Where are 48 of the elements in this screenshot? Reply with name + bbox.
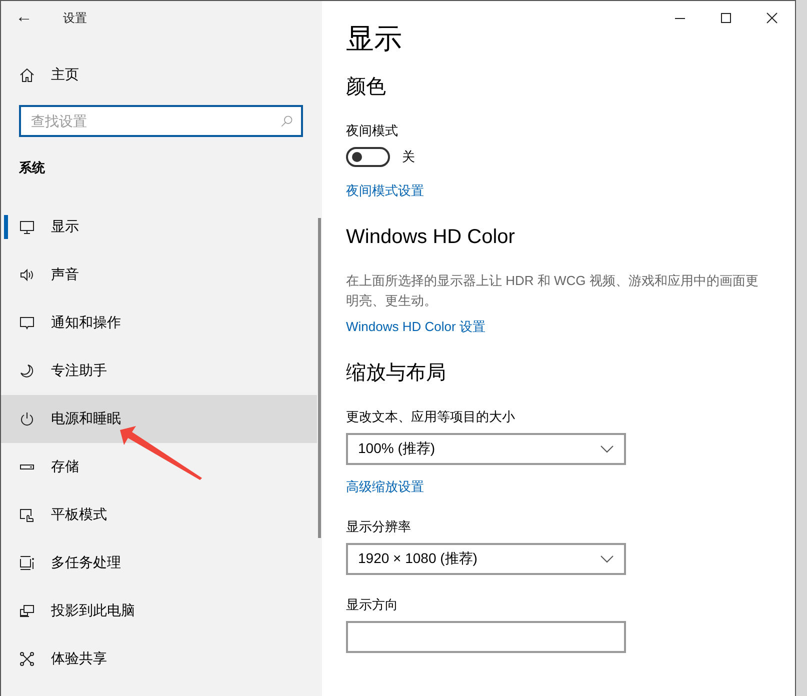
sidebar-item[interactable]: 体验共享 [1,635,317,683]
description-text: 在上面所选择的显示器上让 HDR 和 WCG 视频、游戏和应用中的画面更明亮、更生动。 [346,272,760,310]
sidebar-item[interactable]: 专注助手 [1,347,317,395]
dropdown[interactable]: 100% (推荐) [346,433,626,465]
sidebar-item[interactable]: 显示 [1,203,317,251]
home-icon [19,67,35,83]
sidebar-item[interactable]: 投影到此电脑 [1,587,317,635]
chevron-icon [600,445,614,453]
section-label: 系统 [19,159,46,177]
power-icon [19,411,35,427]
settings-link[interactable]: Windows HD Color 设置 [346,317,486,337]
search-icon [280,115,293,128]
multitask-icon [19,555,35,571]
chevron-icon [600,555,614,563]
monitor-icon [19,219,35,235]
section-heading: 颜色 [346,75,387,100]
back-button[interactable]: ← [1,1,45,35]
moon-icon [19,363,35,379]
setting-label: 更改文本、应用等项目的大小 [346,408,516,426]
speech-bubble-icon [19,315,35,331]
setting-label: 夜间模式 [346,122,399,140]
toggle-state: 关 [402,148,415,166]
settings-link[interactable]: 高级缩放设置 [346,477,424,497]
setting-label: 显示分辨率 [346,518,412,536]
tablet-icon [19,507,35,523]
scrollbar[interactable] [318,218,321,538]
sidebar-item[interactable]: 多任务处理 [1,539,317,587]
sidebar-item[interactable]: 平板模式 [1,491,317,539]
speaker-icon [19,267,35,283]
sidebar-item[interactable]: 声音 [1,251,317,299]
section-heading: Windows HD Color [346,225,516,250]
toggle-switch[interactable] [346,147,390,167]
dropdown[interactable] [346,621,626,653]
maximize-icon [720,12,732,24]
setting-label: 显示方向 [346,596,399,614]
section-heading: 缩放与布局 [346,361,447,386]
search-field[interactable]: 查找设置 [19,105,303,137]
projector-icon [19,603,35,619]
share-icon [19,651,35,667]
settings-link[interactable]: 夜间模式设置 [346,181,424,201]
sidebar-item[interactable]: 存储 [1,443,317,491]
close-icon [766,12,778,24]
sidebar-item[interactable]: 通知和操作 [1,299,317,347]
home-item[interactable]: 主页 [1,51,322,99]
page-title: 显示 [346,22,403,56]
window-title: 设置 [63,10,87,26]
sidebar-item[interactable]: 电源和睡眠 [1,395,317,443]
dropdown[interactable]: 1920 × 1080 (推荐) [346,543,626,575]
